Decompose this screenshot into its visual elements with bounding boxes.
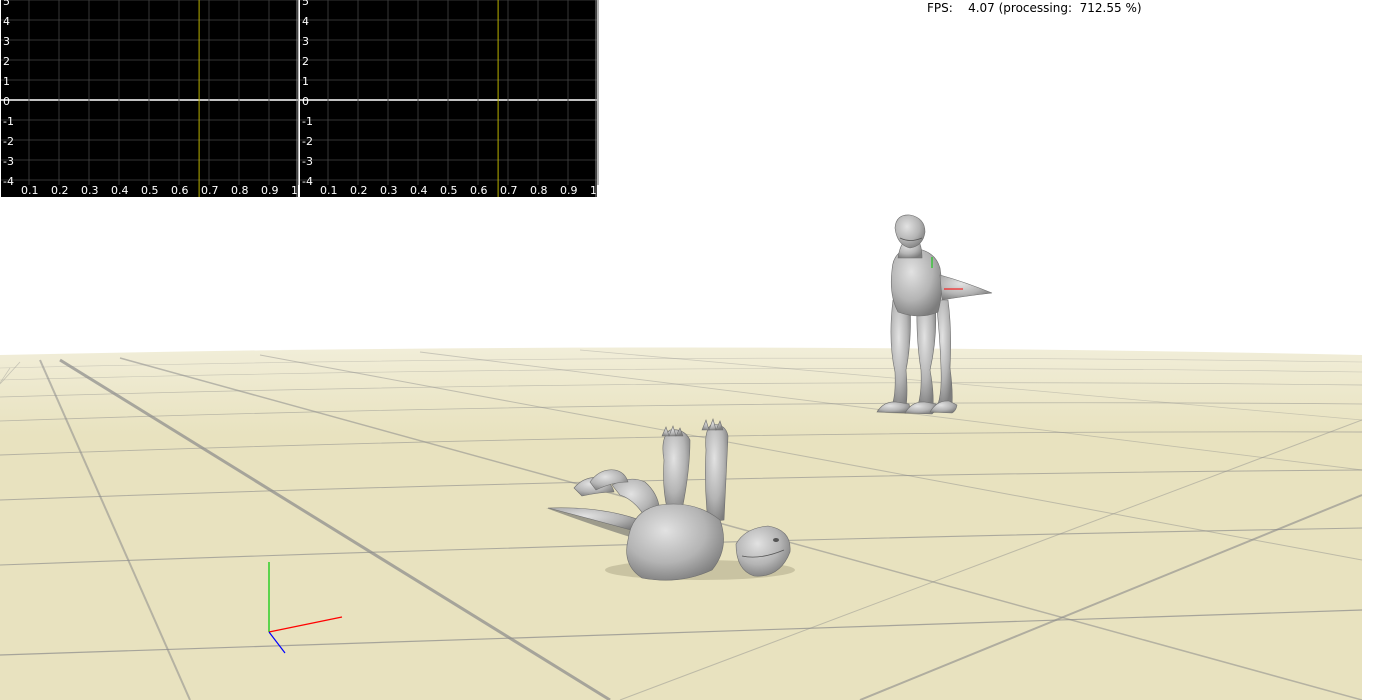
plot-y-tick-label: 4: [3, 15, 10, 28]
plot-y-tick-label: 1: [302, 75, 309, 88]
plot-x-tick-label: 0.4: [111, 184, 129, 197]
plot-y-tick-label: -4: [3, 175, 14, 188]
fps-readout: FPS: 4.07 (processing: 712.55 %): [927, 1, 1142, 15]
plot-right[interactable]: 5 4 3 2 1 0 -1 -2 -3 -4 0.1 0.2 0.3 0.4 0.5 0.6 0.7 0.8 0.…: [300, 0, 599, 202]
plot-x-tick-label: 0.5: [440, 184, 458, 197]
plot-x-tick-label: 0.7: [201, 184, 219, 197]
fps-label: FPS:: [927, 1, 953, 15]
plot-x-tick-label: 0.1: [21, 184, 39, 197]
plot-x-tick-label: 0.7: [500, 184, 518, 197]
3d-viewport[interactable]: 5 4 3 2 1 0 -1 -2 -3 -4 0.1 0.2 0.3 0.4 0.5 0.6 0.7 0.8 0.…: [0, 0, 1362, 700]
plot-x-tick-label: 0.4: [410, 184, 428, 197]
plot-y-tick-label: 0: [302, 95, 309, 108]
plot-y-tick-label: -4: [302, 175, 313, 188]
window-edge: [1362, 0, 1400, 700]
plot-y-tick-label: 4: [302, 15, 309, 28]
plot-y-tick-label: 3: [3, 35, 10, 48]
plot-x-tick-label: 0.9: [560, 184, 578, 197]
plot-x-tick-label: 0.3: [380, 184, 398, 197]
plot-y-tick-label: 1: [3, 75, 10, 88]
plot-y-tick-label: 3: [302, 35, 309, 48]
plot-x-tick-label: 0.2: [51, 184, 69, 197]
processing-value: (processing: 712.55 %): [998, 1, 1142, 15]
plot-x-tick-label: 0.9: [261, 184, 279, 197]
plot-background: [1, 0, 298, 197]
plot-left[interactable]: 5 4 3 2 1 0 -1 -2 -3 -4 0.1 0.2 0.3 0.4 0.5 0.6 0.7 0.8 0.…: [1, 0, 300, 202]
plot-y-tick-label: 5: [3, 0, 10, 8]
plot-y-tick-label: -1: [3, 115, 14, 128]
plot-x-tick-label: 0.3: [81, 184, 99, 197]
fps-value: 4.07: [968, 1, 995, 15]
plot-x-tick-label: 0.8: [231, 184, 249, 197]
plot-x-tick-label: 0.1: [320, 184, 338, 197]
plot-y-tick-label: -2: [3, 135, 14, 148]
plot-y-tick-label: 2: [302, 55, 309, 68]
plot-y-tick-label: 0: [3, 95, 10, 108]
plot-x-tick-label: 0.2: [350, 184, 368, 197]
plot-x-tick-label: 0.6: [470, 184, 488, 197]
plot-y-tick-label: -1: [302, 115, 313, 128]
plot-y-tick-label: -3: [302, 155, 313, 168]
plot-y-tick-label: 2: [3, 55, 10, 68]
plot-background: [300, 0, 597, 197]
plot-y-tick-label: -2: [302, 135, 313, 148]
plot-x-tick-label: 0.8: [530, 184, 548, 197]
plot-y-tick-label: 5: [302, 0, 309, 8]
plot-x-tick-label: 0.6: [171, 184, 189, 197]
plot-y-tick-label: -3: [3, 155, 14, 168]
plot-x-tick-label: 0.5: [141, 184, 159, 197]
